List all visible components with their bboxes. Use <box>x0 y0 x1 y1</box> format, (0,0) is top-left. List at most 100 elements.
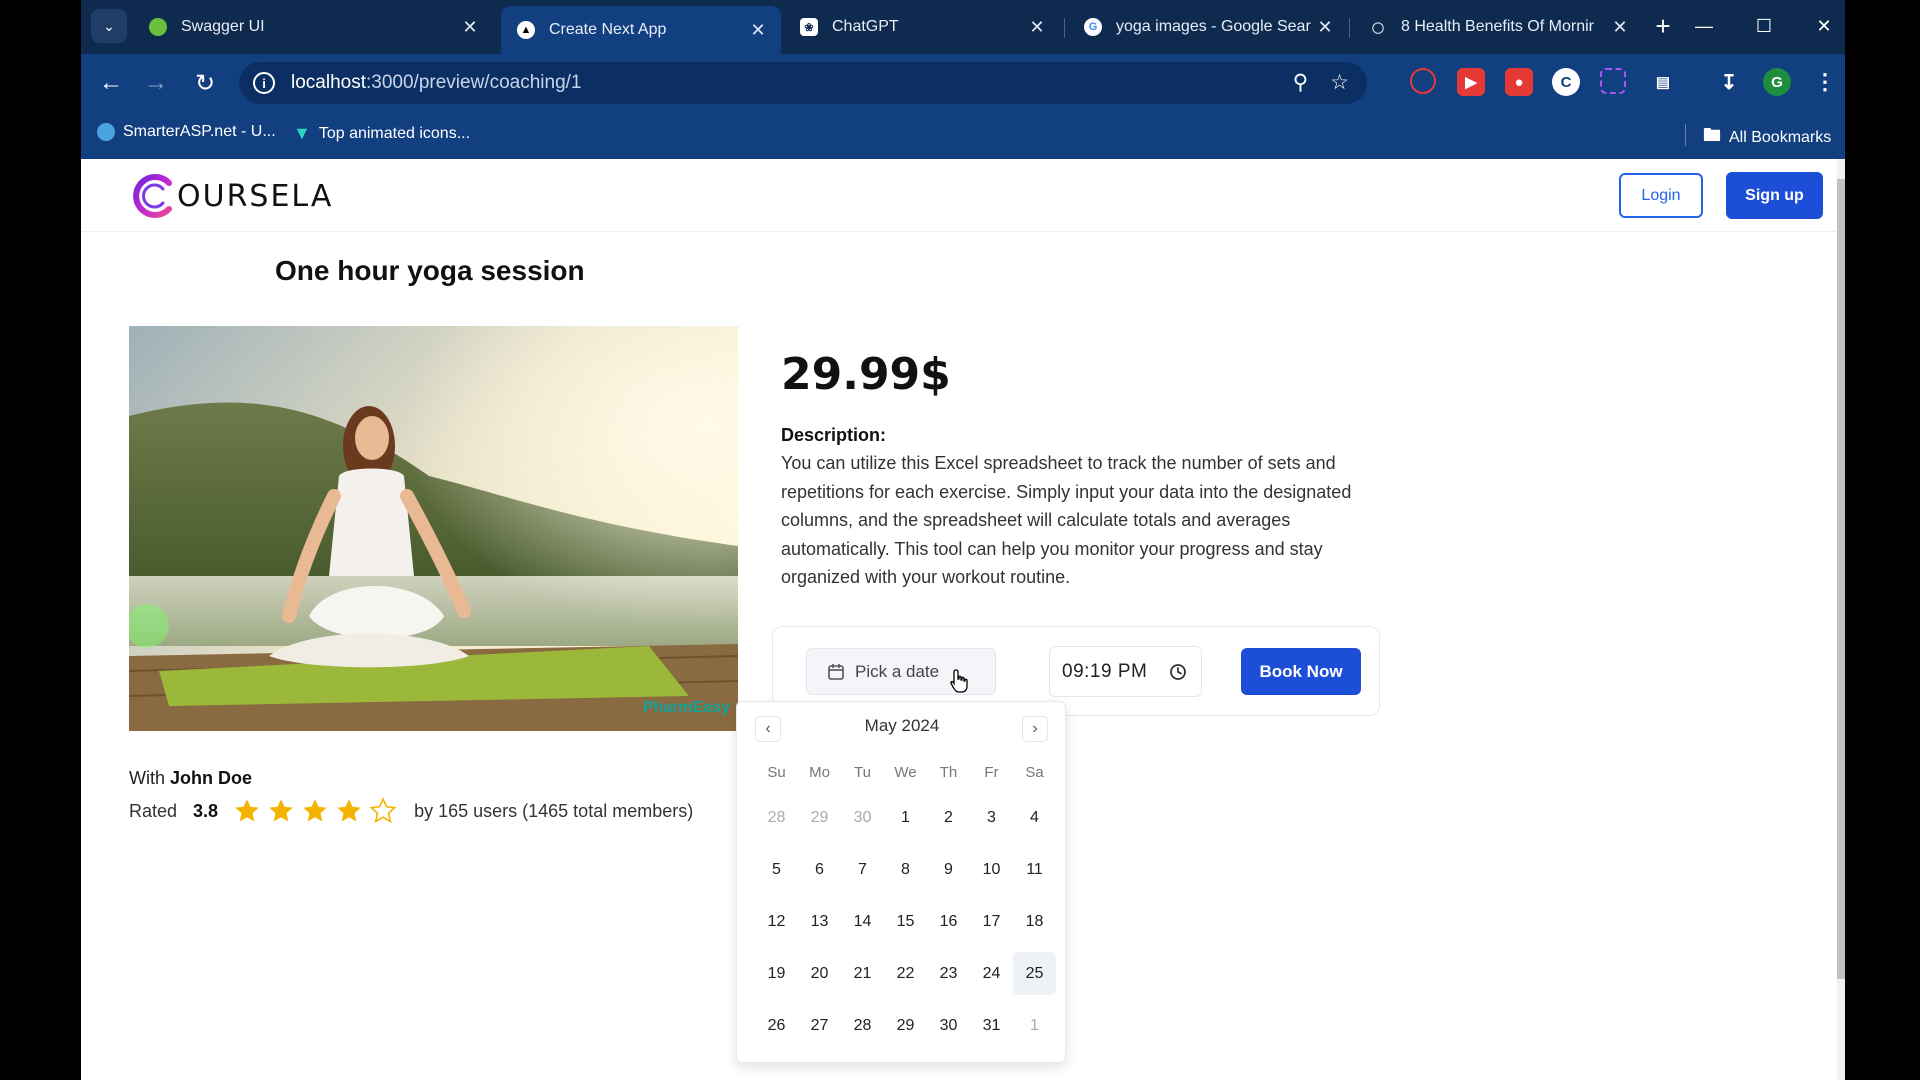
logo-c-icon <box>133 174 172 218</box>
calendar-day[interactable]: 22 <box>884 952 927 995</box>
calendar-day[interactable]: 19 <box>755 952 798 995</box>
calendar-day[interactable]: 3 <box>970 796 1013 839</box>
scrollbar-thumb[interactable] <box>1837 179 1845 979</box>
calendar-day[interactable]: 16 <box>927 900 970 943</box>
calendar-day[interactable]: 30 <box>841 796 884 839</box>
profile-avatar[interactable]: G <box>1763 68 1791 96</box>
tab-google-search[interactable]: G yoga images - Google Sear ✕ <box>1068 6 1348 48</box>
coach-name[interactable]: John Doe <box>170 768 252 788</box>
calendar-day[interactable]: 21 <box>841 952 884 995</box>
tab-title: ChatGPT <box>832 18 899 35</box>
calendar-day[interactable]: 20 <box>798 952 841 995</box>
calendar-day[interactable]: 28 <box>755 796 798 839</box>
calendar-day[interactable]: 26 <box>755 1004 798 1047</box>
star-filled-icon <box>303 799 327 822</box>
forward-button[interactable]: → <box>139 66 173 100</box>
next-month-button[interactable]: › <box>1022 716 1048 742</box>
calendar-day[interactable]: 29 <box>884 1004 927 1047</box>
browser-menu-icon[interactable]: ⋮ <box>1811 68 1839 96</box>
google-favicon-icon: G <box>1084 18 1102 36</box>
extension-record-icon[interactable] <box>1410 68 1436 94</box>
reload-button[interactable]: ↻ <box>188 66 222 100</box>
bookmark-star-icon[interactable]: ☆ <box>1330 70 1349 95</box>
site-logo[interactable]: OURSELA <box>129 171 333 221</box>
book-now-button[interactable]: Book Now <box>1241 648 1361 695</box>
tab-health-benefits[interactable]: ◯ 8 Health Benefits Of Mornir ✕ <box>1353 6 1643 48</box>
clock-icon[interactable] <box>1169 663 1187 681</box>
hand-cursor-icon <box>950 669 968 693</box>
calendar-day[interactable]: 23 <box>927 952 970 995</box>
calendar-day[interactable]: 11 <box>1013 848 1056 891</box>
all-bookmarks-button[interactable]: 🖿 All Bookmarks <box>1703 123 1831 153</box>
login-button[interactable]: Login <box>1619 173 1703 218</box>
site-header: OURSELA Login Sign up <box>81 159 1837 232</box>
close-tab-icon[interactable]: ✕ <box>1314 17 1336 38</box>
extensions-puzzle-icon[interactable]: ▤ <box>1649 68 1677 96</box>
calendar-day[interactable]: 31 <box>970 1004 1013 1047</box>
calendar-day[interactable]: 18 <box>1013 900 1056 943</box>
calendar-day[interactable]: 6 <box>798 848 841 891</box>
calendar-day[interactable]: 1 <box>1013 1004 1056 1047</box>
close-window-button[interactable]: ✕ <box>1804 8 1844 44</box>
time-input[interactable]: 09:19 PM <box>1049 646 1202 697</box>
calendar-day[interactable]: 9 <box>927 848 970 891</box>
downloads-icon[interactable]: ↧ <box>1715 68 1743 96</box>
calendar-day[interactable]: 4 <box>1013 796 1056 839</box>
calendar-day[interactable]: 15 <box>884 900 927 943</box>
close-tab-icon[interactable]: ✕ <box>459 17 481 38</box>
tab-separator <box>1064 18 1065 38</box>
close-tab-icon[interactable]: ✕ <box>747 20 769 41</box>
calendar-day[interactable]: 30 <box>927 1004 970 1047</box>
tab-title: 8 Health Benefits Of Mornir <box>1401 18 1594 35</box>
calendar-day[interactable]: 14 <box>841 900 884 943</box>
calendar-grid: Su Mo Tu We Th Fr Sa 28 29 30 1 2 3 4 5 6 7 8 9 10 11 12 13 14 1… <box>755 764 1056 1056</box>
bookmark-smarterasp[interactable]: SmarterASP.net - U... <box>97 123 276 141</box>
tab-swagger[interactable]: Swagger UI ✕ <box>133 6 493 48</box>
calendar-day-today[interactable]: 25 <box>1013 952 1056 995</box>
site-info-icon[interactable]: i <box>253 72 275 94</box>
rating-score: 3.8 <box>193 800 219 821</box>
close-tab-icon[interactable]: ✕ <box>1026 17 1048 38</box>
tab-chatgpt[interactable]: ❀ ChatGPT ✕ <box>784 6 1060 48</box>
all-bookmarks-label: All Bookmarks <box>1729 129 1832 146</box>
extension-grammarly-icon[interactable]: C <box>1552 68 1580 96</box>
back-button[interactable]: ← <box>94 66 128 100</box>
calendar-day[interactable]: 24 <box>970 952 1013 995</box>
calendar-day[interactable]: 13 <box>798 900 841 943</box>
arrow-right-icon: → <box>144 69 168 96</box>
bookmark-animated-icons[interactable]: ▼ Top animated icons... <box>293 123 470 144</box>
browser-toolbar: ← → ↻ i localhost:3000/preview/coaching/… <box>81 54 1845 112</box>
signup-button[interactable]: Sign up <box>1726 172 1823 219</box>
logo-text: OURSELA <box>177 178 334 214</box>
calendar-day[interactable]: 29 <box>798 796 841 839</box>
calendar-week-row: 12 13 14 15 16 17 18 <box>755 900 1056 952</box>
tab-search-button[interactable]: ⌄ <box>91 9 127 43</box>
minimize-button[interactable]: — <box>1684 8 1724 44</box>
swagger-favicon-icon <box>149 18 167 36</box>
calendar-day[interactable]: 2 <box>927 796 970 839</box>
calendar-icon <box>828 663 844 680</box>
new-tab-button[interactable]: + <box>1647 10 1679 42</box>
date-picker-popover: ‹ May 2024 › Su Mo Tu We Th Fr Sa 28 29 30 1 2 3 4 5 6 7… <box>736 701 1066 1063</box>
close-tab-icon[interactable]: ✕ <box>1609 17 1631 38</box>
calendar-day[interactable]: 12 <box>755 900 798 943</box>
calendar-day[interactable]: 28 <box>841 1004 884 1047</box>
session-title: One hour yoga session <box>275 255 585 286</box>
calendar-day[interactable]: 5 <box>755 848 798 891</box>
calendar-day[interactable]: 17 <box>970 900 1013 943</box>
maximize-button[interactable]: ☐ <box>1744 8 1784 44</box>
calendar-day[interactable]: 1 <box>884 796 927 839</box>
tab-create-next-app[interactable]: ▲ Create Next App ✕ <box>501 6 781 54</box>
description-text: You can utilize this Excel spreadsheet t… <box>781 453 1352 587</box>
zoom-icon[interactable]: ⚲ <box>1293 70 1308 95</box>
calendar-day[interactable]: 10 <box>970 848 1013 891</box>
address-bar[interactable]: i localhost:3000/preview/coaching/1 ⚲ ☆ <box>239 62 1367 104</box>
calendar-day[interactable]: 27 <box>798 1004 841 1047</box>
page-scrollbar[interactable] <box>1837 159 1845 1080</box>
calendar-day[interactable]: 8 <box>884 848 927 891</box>
weekday-label: Sa <box>1025 764 1044 781</box>
extension-capture-icon[interactable] <box>1600 68 1626 94</box>
extension-screenshot-icon[interactable]: ● <box>1505 68 1533 96</box>
extension-video-icon[interactable]: ▶ <box>1457 68 1485 96</box>
calendar-day[interactable]: 7 <box>841 848 884 891</box>
